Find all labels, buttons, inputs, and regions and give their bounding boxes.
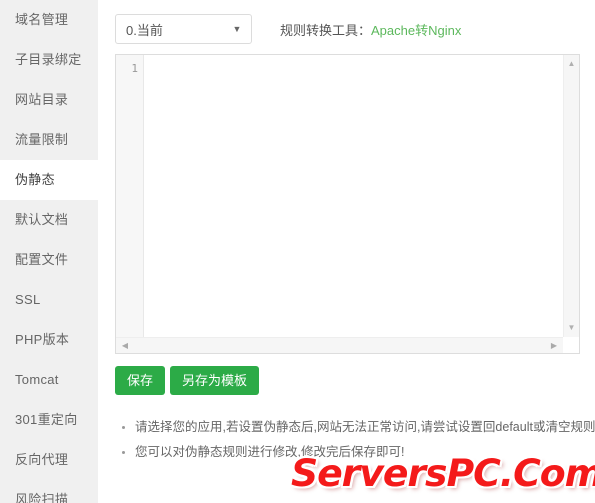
- chevron-down-icon: ▼: [232, 23, 242, 34]
- save-as-template-button[interactable]: 另存为模板: [170, 366, 260, 395]
- sidebar-item-reverse-proxy[interactable]: 反向代理: [0, 440, 98, 480]
- scrollbar-corner: [563, 337, 579, 353]
- apache-to-nginx-link[interactable]: Apache转Nginx: [371, 23, 461, 38]
- editor-inner: 1: [116, 55, 563, 337]
- sidebar-item-traffic-limit[interactable]: 流量限制: [0, 120, 98, 160]
- editor-code-area[interactable]: [144, 55, 563, 337]
- toolbar: 0.当前 ▼ 规则转换工具：Apache转Nginx: [115, 0, 595, 46]
- sidebar-item-php-version[interactable]: PHP版本: [0, 320, 98, 360]
- scroll-left-arrow-icon[interactable]: ◀: [118, 338, 132, 353]
- converter-label-group: 规则转换工具：Apache转Nginx: [280, 20, 461, 39]
- help-note-item: 请选择您的应用,若设置伪静态后,网站无法正常访问,请尝试设置回default或清…: [121, 415, 595, 440]
- rewrite-rule-editor[interactable]: 1 ▲ ▼ ◀ ▶: [115, 54, 580, 354]
- help-note-item: 您可以对伪静态规则进行修改,修改完后保存即可!: [121, 440, 595, 465]
- sidebar-item-rewrite[interactable]: 伪静态: [0, 160, 98, 200]
- sidebar-item-301-redirect[interactable]: 301重定向: [0, 400, 98, 440]
- rewrite-rule-select-value: 0.当前: [126, 22, 163, 38]
- scroll-down-arrow-icon[interactable]: ▼: [564, 321, 579, 335]
- action-button-row: 保存 另存为模板: [115, 366, 595, 395]
- converter-label: 规则转换工具：: [280, 22, 372, 38]
- sidebar-item-tomcat[interactable]: Tomcat: [0, 360, 98, 400]
- sidebar-item-domain-management[interactable]: 域名管理: [0, 0, 98, 40]
- sidebar-item-ssl[interactable]: SSL: [0, 280, 98, 320]
- editor-vertical-scrollbar[interactable]: ▲ ▼: [563, 55, 579, 337]
- sidebar-item-subdirectory-binding[interactable]: 子目录绑定: [0, 40, 98, 80]
- main-panel: 0.当前 ▼ 规则转换工具：Apache转Nginx 1 ▲ ▼ ◀ ▶ 保存 …: [98, 0, 595, 503]
- sidebar-item-config-file[interactable]: 配置文件: [0, 240, 98, 280]
- scroll-up-arrow-icon[interactable]: ▲: [564, 57, 579, 71]
- rewrite-rule-select[interactable]: 0.当前 ▼: [115, 14, 252, 44]
- editor-line-numbers: 1: [116, 55, 144, 337]
- page-root: 域名管理 子目录绑定 网站目录 流量限制 伪静态 默认文档 配置文件 SSL P…: [0, 0, 595, 503]
- sidebar-item-default-document[interactable]: 默认文档: [0, 200, 98, 240]
- sidebar-item-risk-scan[interactable]: 风险扫描: [0, 480, 98, 503]
- scroll-right-arrow-icon[interactable]: ▶: [547, 338, 561, 353]
- help-notes-list: 请选择您的应用,若设置伪静态后,网站无法正常访问,请尝试设置回default或清…: [115, 415, 595, 465]
- save-button[interactable]: 保存: [115, 366, 166, 395]
- sidebar: 域名管理 子目录绑定 网站目录 流量限制 伪静态 默认文档 配置文件 SSL P…: [0, 0, 98, 503]
- sidebar-item-site-directory[interactable]: 网站目录: [0, 80, 98, 120]
- editor-horizontal-scrollbar[interactable]: ◀ ▶: [116, 337, 563, 353]
